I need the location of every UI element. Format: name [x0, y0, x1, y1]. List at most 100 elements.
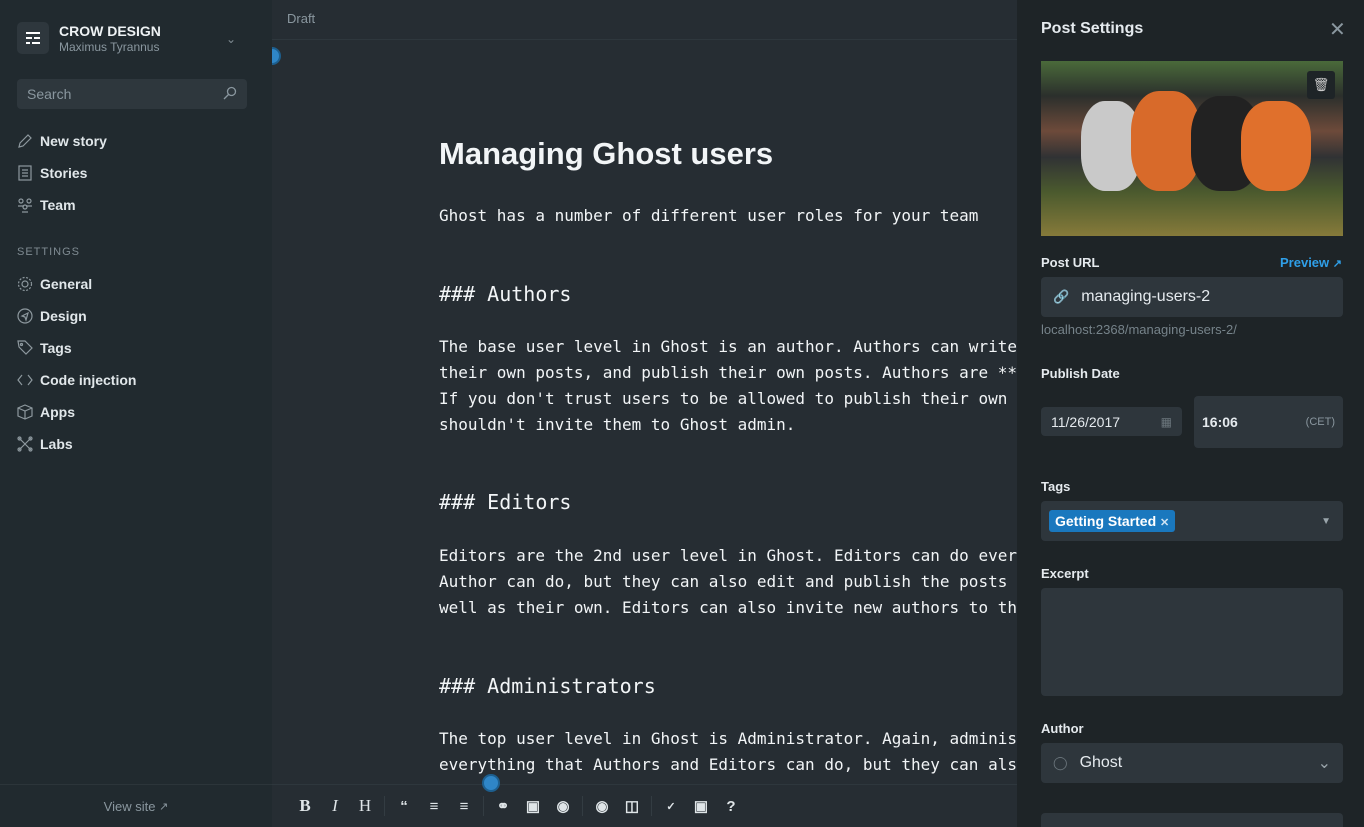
pencil-icon	[17, 133, 33, 149]
help-button[interactable]: ?	[716, 798, 746, 815]
camera-button[interactable]: ◉	[548, 797, 578, 815]
preview-eye-button[interactable]: ◉	[587, 797, 617, 815]
calendar-icon: ▦	[1161, 415, 1172, 429]
paragraph: Editors are the 2nd user level in Ghost.…	[439, 543, 1017, 621]
resize-handle[interactable]	[482, 774, 500, 792]
spellcheck-button[interactable]: ✓	[656, 800, 686, 813]
date-input[interactable]: 11/26/2017 ▦	[1041, 407, 1182, 436]
bullet-list-button[interactable]: ≡	[419, 798, 449, 815]
tag-chip[interactable]: Getting Started ✕	[1049, 510, 1175, 532]
tags-input[interactable]: Getting Started ✕ ▼	[1041, 501, 1343, 541]
trash-icon[interactable]: 🗑	[1307, 71, 1335, 99]
markdown-help-button[interactable]: ▣	[686, 797, 716, 815]
nav-tags[interactable]: Tags	[17, 332, 257, 364]
heading: ### Editors	[439, 489, 571, 515]
image-button[interactable]: ▣	[518, 797, 548, 815]
nav-code-injection[interactable]: Code injection	[17, 364, 257, 396]
nav-label: Stories	[40, 165, 87, 181]
nav-label: New story	[40, 133, 107, 149]
heading: ### Authors	[439, 281, 571, 307]
search-placeholder: Search	[27, 86, 71, 102]
excerpt-textarea[interactable]	[1041, 588, 1343, 696]
compass-icon	[17, 308, 33, 324]
user-name: Maximus Tyrannus	[59, 40, 161, 54]
post-settings-panel: Post Settings ✕ 🗑 Post URL Preview ↗ 🔗 m…	[1017, 0, 1364, 827]
nav-label: Code injection	[40, 372, 136, 388]
editor-toolbar: B I H “ ≡ ≡ ⚭ ▣ ◉ ◉ ◫ ✓ ▣ ?	[272, 784, 1017, 827]
italic-button[interactable]: I	[320, 796, 350, 816]
search-input[interactable]: Search	[17, 79, 247, 109]
nav-stories[interactable]: Stories	[17, 157, 257, 189]
remove-tag-icon[interactable]: ✕	[1160, 517, 1169, 529]
user-icon: ◯	[1053, 755, 1068, 770]
link-button[interactable]: ⚭	[488, 797, 518, 815]
chevron-down-icon: ⌄	[1318, 753, 1331, 773]
nav-general[interactable]: General	[17, 268, 257, 300]
post-url-label: Post URL	[1041, 255, 1100, 270]
divider	[483, 796, 484, 816]
code-icon	[17, 372, 33, 388]
heading-button[interactable]: H	[350, 796, 380, 816]
markdown-editor[interactable]: Draft Managing Ghost users Ghost has a n…	[272, 0, 1017, 827]
divider	[651, 796, 652, 816]
tag-icon	[17, 340, 33, 356]
author-label: Author	[1041, 721, 1084, 736]
feature-image[interactable]: 🗑	[1041, 61, 1343, 236]
site-switcher[interactable]: CROW DESIGN Maximus Tyrannus	[17, 22, 161, 54]
close-icon[interactable]: ✕	[1329, 17, 1346, 42]
view-site-link[interactable]: View site ↗	[0, 784, 272, 827]
post-title[interactable]: Managing Ghost users	[439, 135, 773, 173]
external-link-icon: ↗	[159, 800, 168, 813]
sidebar: CROW DESIGN Maximus Tyrannus ⌄ Search Ne…	[0, 0, 272, 827]
numbered-list-button[interactable]: ≡	[449, 798, 479, 815]
nav-new-story[interactable]: New story	[17, 125, 257, 157]
external-link-icon: ↗	[1333, 258, 1342, 270]
preview-label: Preview	[1280, 255, 1329, 270]
paragraph: The top user level in Ghost is Administr…	[439, 726, 1017, 778]
heading: ### Administrators	[439, 673, 656, 699]
editor-content[interactable]: Managing Ghost users Ghost has a number …	[272, 0, 1017, 784]
nav-apps[interactable]: Apps	[17, 396, 257, 428]
publish-date-label: Publish Date	[1041, 366, 1120, 381]
author-select[interactable]: ◯ Ghost ⌄	[1041, 743, 1343, 783]
slug-value: managing-users-2	[1081, 288, 1210, 306]
url-hint: localhost:2368/managing-users-2/	[1041, 322, 1237, 337]
time-input[interactable]: 16:06 (CET)	[1194, 396, 1343, 448]
nav-label: Apps	[40, 404, 75, 420]
bold-button[interactable]: B	[290, 796, 320, 816]
preview-link[interactable]: Preview ↗	[1280, 255, 1342, 270]
nav-label: General	[40, 276, 92, 292]
paragraph: Ghost has a number of different user rol…	[439, 203, 978, 229]
blog-title: CROW DESIGN	[59, 23, 161, 39]
tag-label: Getting Started	[1055, 513, 1156, 529]
site-logo-icon	[17, 22, 49, 54]
nav-label: Team	[40, 197, 76, 213]
paragraph: The base user level in Ghost is an autho…	[439, 334, 1017, 438]
nav-team[interactable]: Team	[17, 189, 257, 221]
excerpt-label: Excerpt	[1041, 566, 1089, 581]
author-value: Ghost	[1080, 754, 1123, 771]
link-icon: 🔗	[1053, 289, 1069, 305]
post-url-input[interactable]: 🔗 managing-users-2	[1041, 277, 1343, 317]
view-site-label: View site	[104, 799, 156, 814]
settings-heading: SETTINGS	[17, 246, 80, 258]
nav-labs[interactable]: Labs	[17, 428, 257, 460]
next-field[interactable]	[1041, 813, 1343, 827]
date-value: 11/26/2017	[1051, 414, 1120, 430]
time-value: 16:06	[1202, 414, 1238, 430]
search-icon	[223, 86, 237, 103]
panel-title: Post Settings	[1041, 20, 1143, 38]
team-icon	[17, 197, 33, 213]
nav-label: Design	[40, 308, 87, 324]
divider	[384, 796, 385, 816]
box-icon	[17, 404, 33, 420]
labs-icon	[17, 436, 33, 452]
nav-design[interactable]: Design	[17, 300, 257, 332]
dropdown-arrow-icon[interactable]: ▼	[1321, 516, 1331, 527]
side-by-side-button[interactable]: ◫	[617, 797, 647, 815]
chevron-down-icon[interactable]: ⌄	[226, 32, 236, 46]
divider	[582, 796, 583, 816]
nav-label: Labs	[40, 436, 73, 452]
quote-button[interactable]: “	[389, 798, 419, 815]
gear-icon	[17, 276, 33, 292]
